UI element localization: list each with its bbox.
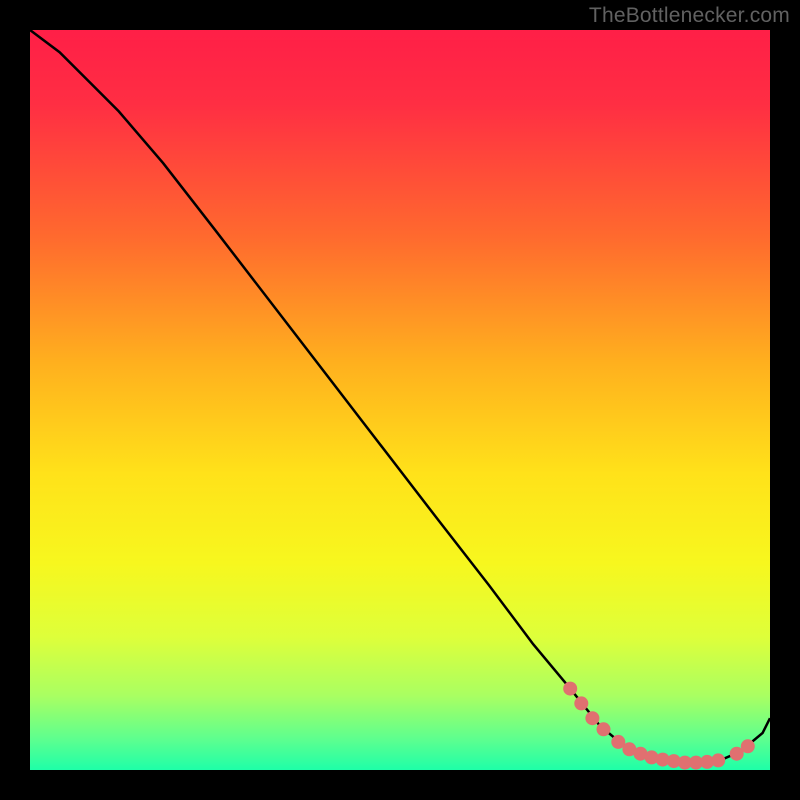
watermark-text: TheBottlenecker.com [589,4,790,28]
data-marker [574,696,588,710]
chart-frame: TheBottlenecker.com [0,0,800,800]
data-marker [563,682,577,696]
data-marker [741,739,755,753]
chart-svg [0,0,800,800]
data-marker [585,711,599,725]
data-marker [597,722,611,736]
gradient-background [30,30,770,770]
data-marker [711,753,725,767]
